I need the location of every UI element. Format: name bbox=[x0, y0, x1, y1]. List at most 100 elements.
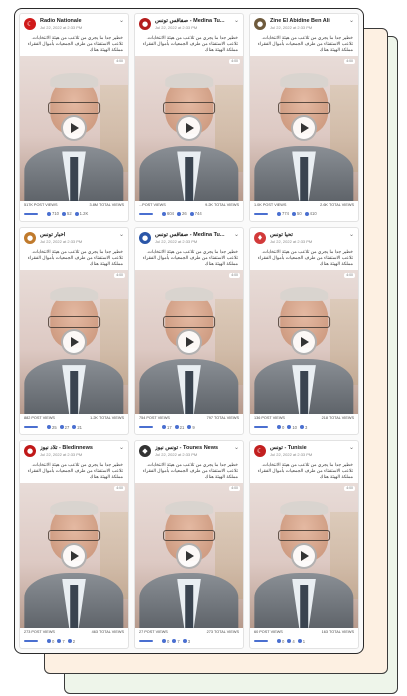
page-name[interactable]: تحيا تونس bbox=[270, 232, 347, 239]
comment-icon bbox=[287, 425, 292, 430]
play-icon[interactable] bbox=[176, 542, 202, 569]
post-card[interactable]: ☾ Radio Nationale Jul 22, 2022 at 2:33 P… bbox=[19, 13, 129, 222]
post-date: Jul 22, 2022 at 2:33 PM bbox=[270, 238, 313, 244]
page-avatar[interactable]: ◆ bbox=[139, 445, 151, 458]
post-card[interactable]: ● Zine El Abidine Ben Ali Jul 22, 2022 a… bbox=[249, 13, 359, 222]
post-card[interactable]: ● صفاقس تونس - Medina Tu... Jul 22, 2022… bbox=[134, 226, 244, 436]
page-name[interactable]: صفاقس تونس - Medina Tu... bbox=[155, 232, 232, 239]
play-icon[interactable] bbox=[61, 115, 87, 142]
video-thumbnail[interactable]: 4:00 bbox=[135, 483, 243, 628]
total-views: 218 TOTAL VIEWS bbox=[321, 416, 354, 421]
post-views: 754 POST VIEWS bbox=[139, 416, 170, 421]
page-avatar[interactable]: ● bbox=[139, 231, 151, 244]
post-card[interactable]: ☾ تونس - Tunisie Jul 22, 2022 at 2:33 PM… bbox=[249, 440, 359, 649]
avatar-glyph: ● bbox=[141, 233, 149, 242]
total-views: 1.2K TOTAL VIEWS bbox=[90, 416, 124, 421]
speaker-hair bbox=[50, 500, 98, 516]
avatar-glyph: ● bbox=[26, 447, 34, 456]
share-icon bbox=[67, 639, 72, 643]
reaction-row: 0 4 1 bbox=[250, 637, 358, 648]
page-avatar[interactable]: ● bbox=[139, 18, 151, 30]
video-thumbnail[interactable]: 4:00 bbox=[250, 483, 358, 628]
play-icon[interactable] bbox=[61, 328, 87, 355]
page-name[interactable]: صفاقس تونس - Medina Tu... bbox=[155, 18, 232, 25]
post-views: 517K POST VIEWS bbox=[24, 202, 58, 207]
share-icon bbox=[182, 639, 187, 643]
chevron-down-icon[interactable]: ⌄ bbox=[119, 232, 124, 239]
play-icon[interactable] bbox=[176, 328, 202, 355]
total-views: 463 TOTAL VIEWS bbox=[91, 630, 124, 634]
comment-icon bbox=[174, 425, 179, 430]
post-card[interactable]: ● تلاد نيوز - Bledinnews Jul 22, 2022 at… bbox=[19, 440, 129, 649]
engagement-bar bbox=[254, 212, 268, 215]
post-caption: خطير جدا ما يجري من تلاعب من هيئة الانتخ… bbox=[257, 248, 353, 266]
play-icon[interactable] bbox=[291, 115, 317, 142]
chevron-down-icon[interactable]: ⌄ bbox=[234, 18, 239, 25]
reaction-count-1: 710 bbox=[52, 211, 59, 217]
reaction-count-3: 3 bbox=[305, 424, 308, 430]
page-avatar[interactable]: ● bbox=[24, 445, 36, 458]
page-name[interactable]: Radio Nationale bbox=[40, 18, 117, 25]
chevron-down-icon[interactable]: ⌄ bbox=[349, 18, 354, 25]
chevron-down-icon[interactable]: ⌄ bbox=[234, 232, 239, 239]
reaction-row: 710 52 1.2K bbox=[20, 210, 128, 221]
post-date: Jul 22, 2022 at 2:33 PM bbox=[40, 238, 83, 244]
video-thumbnail[interactable]: 4:00 bbox=[20, 269, 128, 415]
post-card[interactable]: ♦ تحيا تونس Jul 22, 2022 at 2:33 PM ⌄ خط… bbox=[249, 226, 359, 436]
chevron-down-icon[interactable]: ⌄ bbox=[234, 445, 239, 452]
video-thumbnail[interactable]: 4:00 bbox=[250, 269, 358, 415]
post-caption: خطير جدا ما يجري من تلاعب من هيئة الانتخ… bbox=[27, 462, 123, 480]
post-card[interactable]: ● صفاقس تونس - Medina Tu... Jul 22, 2022… bbox=[134, 13, 244, 222]
post-header: ● Zine El Abidine Ben Ali Jul 22, 2022 a… bbox=[250, 14, 358, 34]
video-thumbnail[interactable]: 4:00 bbox=[250, 56, 358, 201]
page-name[interactable]: تلاد نيوز - Bledinnews bbox=[40, 445, 117, 452]
avatar-glyph: ◆ bbox=[142, 447, 148, 456]
video-thumbnail[interactable]: 4:00 bbox=[20, 483, 128, 628]
play-icon[interactable] bbox=[61, 542, 87, 569]
speaker-glasses bbox=[48, 529, 100, 542]
view-stats: 60 POST VIEWS 163 TOTAL VIEWS bbox=[250, 628, 358, 637]
chevron-down-icon[interactable]: ⌄ bbox=[119, 18, 124, 25]
speaker-tie bbox=[70, 584, 78, 628]
reaction-count-2: 21 bbox=[179, 424, 185, 430]
post-header: ● تلاد نيوز - Bledinnews Jul 22, 2022 at… bbox=[20, 441, 128, 461]
video-thumbnail[interactable]: 4:00 bbox=[135, 56, 243, 201]
reaction-row: 25 27 21 bbox=[20, 423, 128, 434]
speaker-tie bbox=[300, 370, 308, 415]
share-icon bbox=[300, 425, 305, 430]
chevron-down-icon[interactable]: ⌄ bbox=[119, 445, 124, 452]
post-header: ☾ تونس - Tunisie Jul 22, 2022 at 2:33 PM… bbox=[250, 441, 358, 461]
post-header: ♦ تحيا تونس Jul 22, 2022 at 2:33 PM ⌄ bbox=[250, 228, 358, 248]
post-date: Jul 22, 2022 at 2:33 PM bbox=[155, 238, 198, 244]
post-card[interactable]: ◆ تونس نيوز - Tounes News Jul 22, 2022 a… bbox=[134, 440, 244, 649]
post-caption: خطير جدا ما يجري من تلاعب من هيئة الانتخ… bbox=[27, 248, 123, 266]
chevron-down-icon[interactable]: ⌄ bbox=[349, 232, 354, 239]
reaction-count-1: 17 bbox=[167, 424, 172, 430]
chevron-down-icon[interactable]: ⌄ bbox=[349, 445, 354, 452]
reaction-row: 0 7 2 bbox=[20, 637, 128, 648]
comment-icon bbox=[172, 639, 177, 643]
page-name[interactable]: أخبار تونس bbox=[40, 232, 117, 239]
speaker-glasses bbox=[278, 102, 330, 114]
speaker-glasses bbox=[48, 102, 100, 114]
page-name[interactable]: تونس نيوز - Tounes News bbox=[155, 445, 232, 452]
page-avatar[interactable]: ● bbox=[254, 18, 266, 30]
page-avatar[interactable]: ● bbox=[24, 231, 36, 244]
post-card[interactable]: ● أخبار تونس Jul 22, 2022 at 2:33 PM ⌄ خ… bbox=[19, 226, 129, 436]
play-icon[interactable] bbox=[291, 328, 317, 355]
page-avatar[interactable]: ♦ bbox=[254, 231, 266, 244]
video-thumbnail[interactable]: 4:00 bbox=[20, 56, 128, 201]
play-icon[interactable] bbox=[176, 115, 202, 142]
video-thumbnail[interactable]: 4:00 bbox=[135, 269, 243, 415]
comment-icon bbox=[62, 211, 66, 216]
engagement-bar bbox=[139, 212, 153, 215]
page-avatar[interactable]: ☾ bbox=[24, 18, 36, 30]
video-duration-badge: 4:00 bbox=[344, 486, 355, 492]
play-icon[interactable] bbox=[291, 542, 317, 569]
reaction-count-2: 4 bbox=[292, 638, 295, 644]
reaction-count-3: 2 bbox=[72, 638, 76, 644]
page-name[interactable]: Zine El Abidine Ben Ali bbox=[270, 18, 347, 25]
engagement-bar bbox=[254, 640, 268, 642]
page-name[interactable]: تونس - Tunisie bbox=[270, 445, 347, 452]
page-avatar[interactable]: ☾ bbox=[254, 445, 266, 458]
